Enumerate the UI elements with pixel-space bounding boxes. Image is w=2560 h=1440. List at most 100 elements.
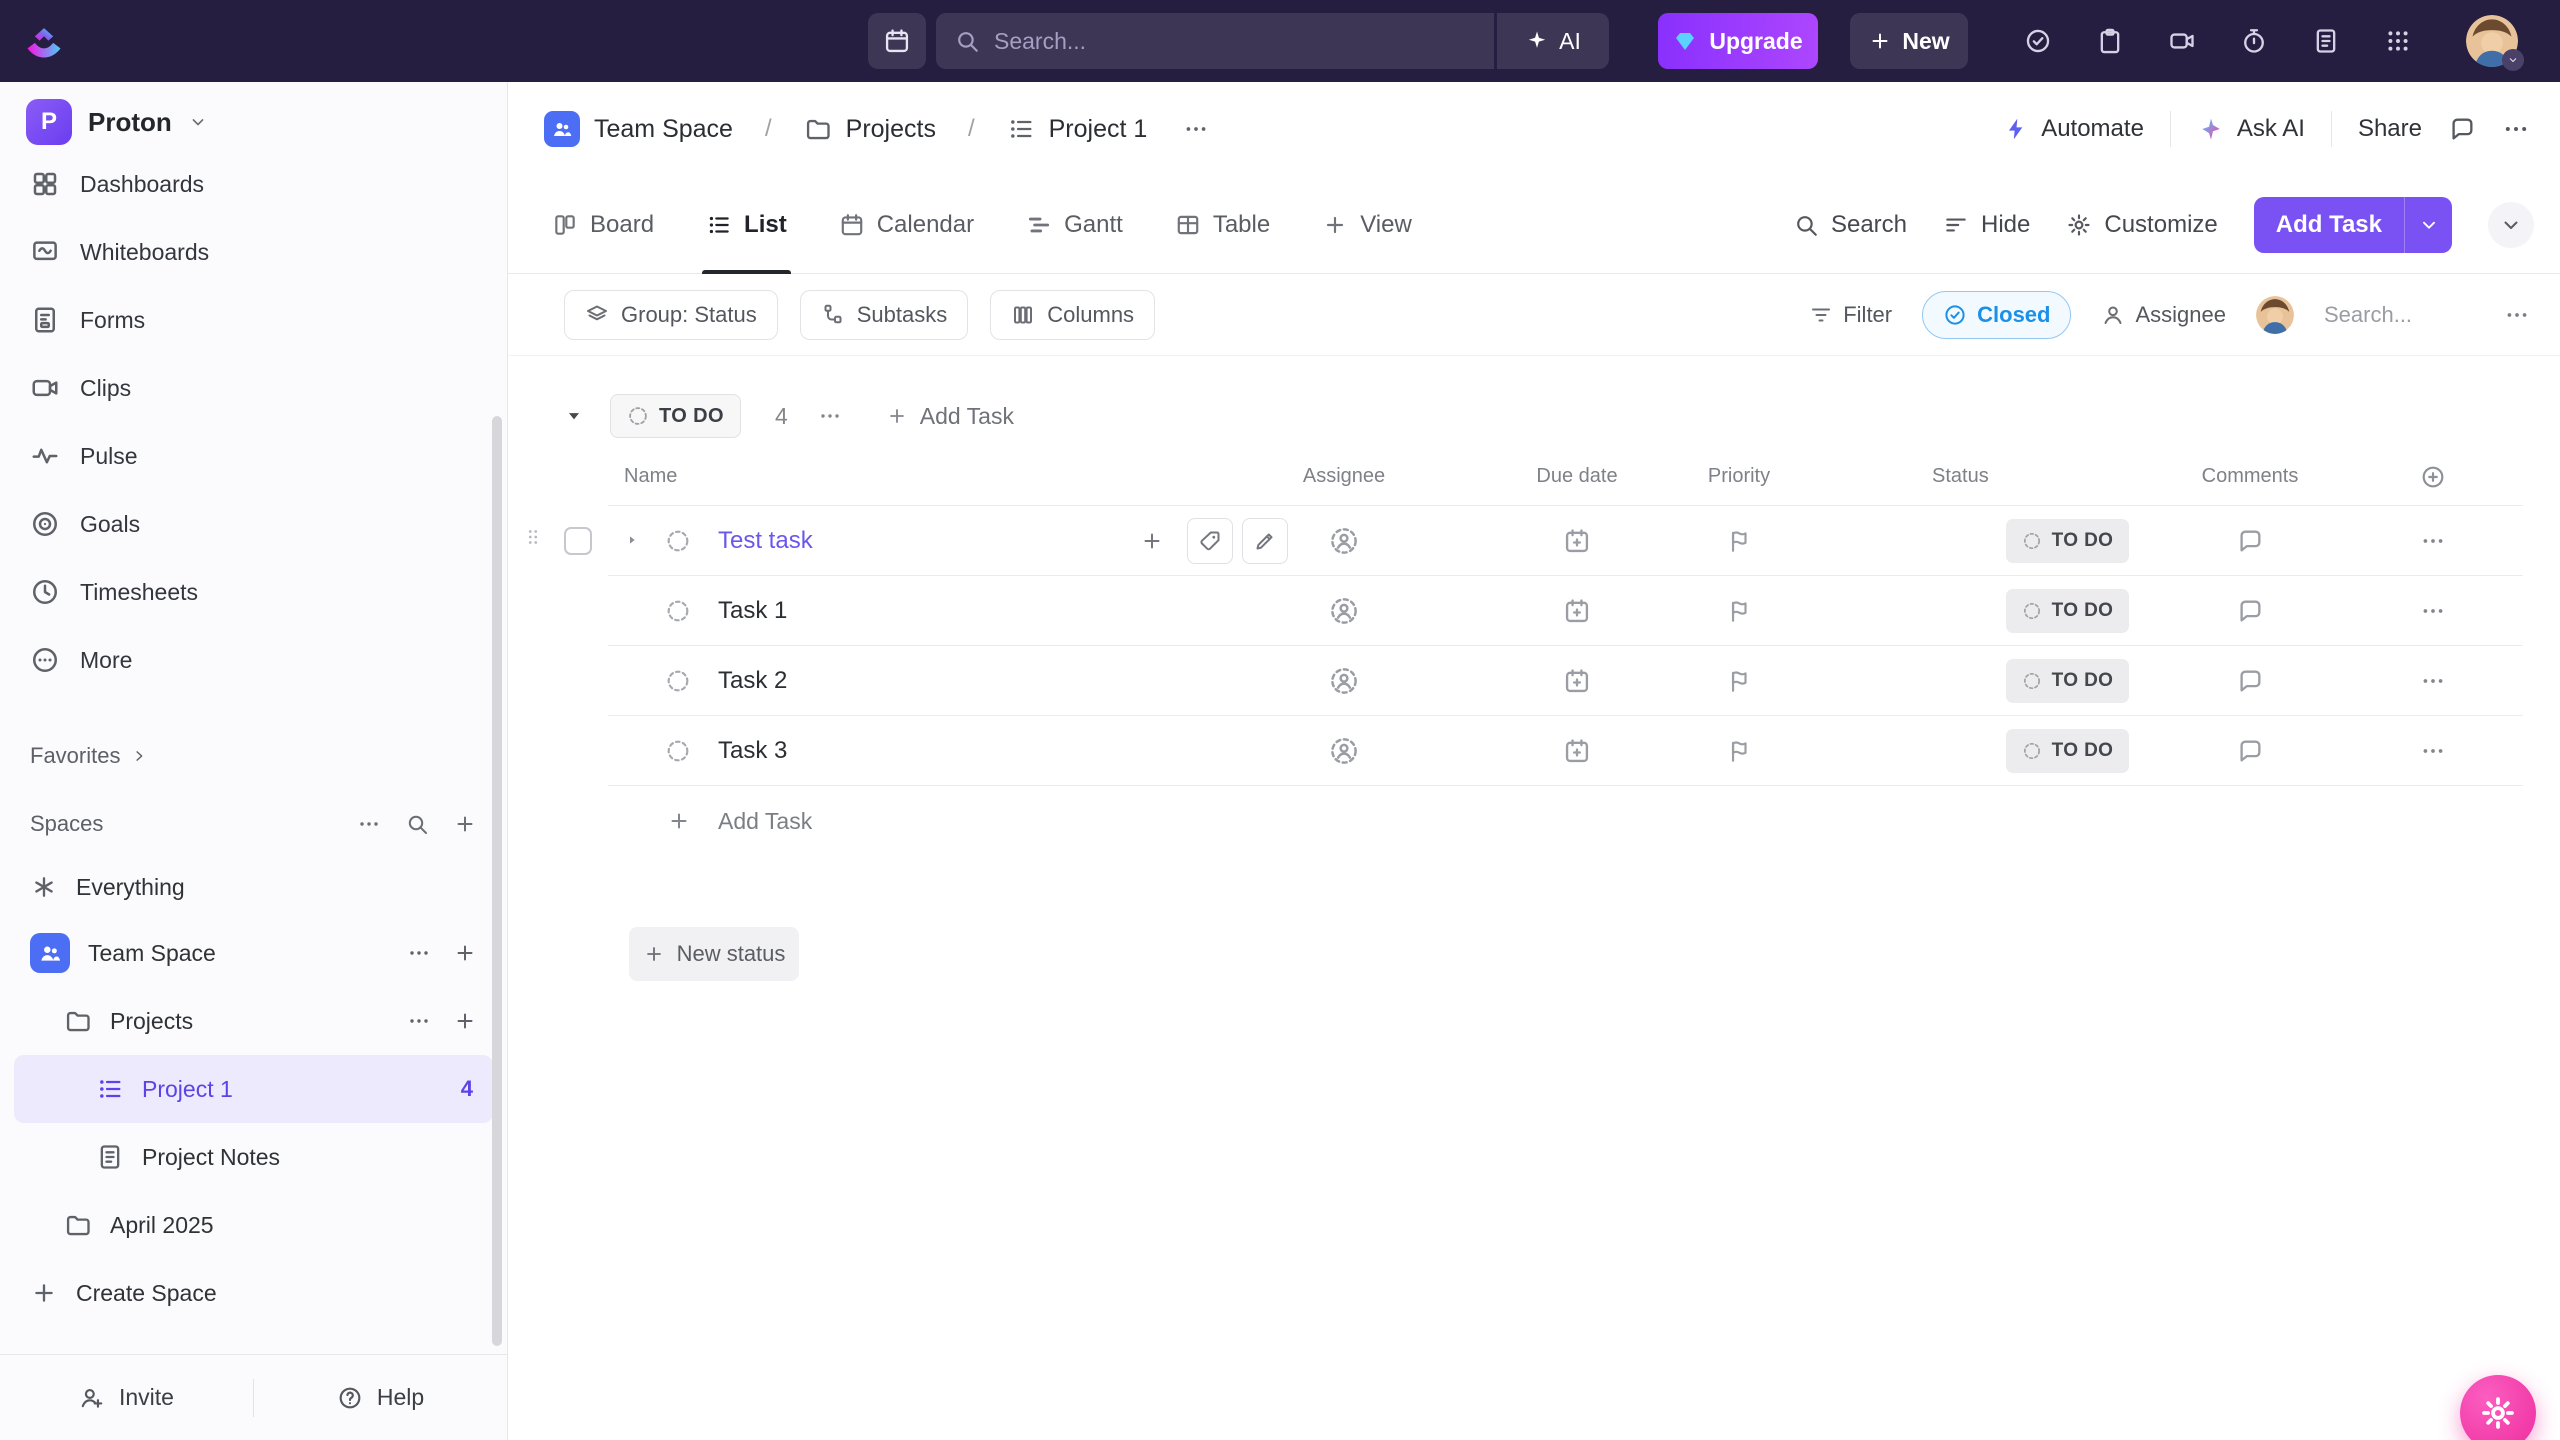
task-status-circle[interactable] bbox=[665, 668, 691, 694]
sidebar-item-april-2025[interactable]: April 2025 bbox=[0, 1191, 507, 1259]
tab-board[interactable]: Board bbox=[548, 176, 658, 273]
task-name[interactable]: Task 3 bbox=[718, 716, 787, 785]
ellipsis-icon[interactable] bbox=[407, 941, 431, 965]
group-more-button[interactable] bbox=[818, 404, 842, 428]
add-task-row[interactable]: Add Task bbox=[608, 786, 2523, 856]
drag-handle-icon[interactable] bbox=[522, 526, 544, 548]
global-search-input[interactable] bbox=[994, 28, 1476, 55]
tab-gantt[interactable]: Gantt bbox=[1022, 176, 1127, 273]
topbar-calendar-button[interactable] bbox=[868, 13, 926, 69]
timer-button[interactable] bbox=[2232, 19, 2276, 63]
sidebar-item-projects[interactable]: Projects bbox=[0, 987, 507, 1055]
row-more-button[interactable] bbox=[2393, 646, 2473, 715]
clip-record-button[interactable] bbox=[2160, 19, 2204, 63]
breadcrumb-team-space[interactable]: Team Space bbox=[594, 115, 733, 144]
new-status-button[interactable]: New status bbox=[629, 927, 799, 981]
automate-button[interactable]: Automate bbox=[2003, 115, 2144, 143]
quick-add-button[interactable] bbox=[1129, 518, 1175, 564]
subtasks-chip[interactable]: Subtasks bbox=[800, 290, 969, 340]
user-avatar[interactable] bbox=[2466, 15, 2518, 67]
spaces-add-button[interactable] bbox=[453, 812, 477, 836]
column-priority[interactable]: Priority bbox=[1639, 448, 1839, 505]
priority-cell[interactable] bbox=[1639, 716, 1839, 785]
column-assignee[interactable]: Assignee bbox=[1244, 448, 1444, 505]
breadcrumb-projects[interactable]: Projects bbox=[846, 115, 936, 144]
tag-button[interactable] bbox=[1187, 518, 1233, 564]
invite-button[interactable]: Invite bbox=[0, 1384, 253, 1411]
settings-fab[interactable] bbox=[2460, 1375, 2536, 1440]
status-group-badge[interactable]: TO DO bbox=[610, 394, 741, 438]
status-cell[interactable]: TO DO bbox=[1932, 576, 2182, 645]
collapse-header-button[interactable] bbox=[2488, 202, 2534, 248]
spaces-search-button[interactable] bbox=[405, 812, 429, 836]
sidebar-item-more[interactable]: More bbox=[0, 626, 507, 694]
sidebar-item-team-space[interactable]: Team Space bbox=[0, 919, 507, 987]
comments-cell[interactable] bbox=[2170, 646, 2330, 715]
task-status-circle[interactable] bbox=[665, 598, 691, 624]
docs-button[interactable] bbox=[2304, 19, 2348, 63]
team-space-avatar[interactable] bbox=[544, 111, 580, 147]
filter-button[interactable]: Filter bbox=[1809, 302, 1892, 328]
assignee-cell[interactable] bbox=[1244, 646, 1444, 715]
task-name[interactable]: Test task bbox=[718, 506, 813, 575]
task-checkbox[interactable] bbox=[564, 527, 592, 555]
workspace-switcher[interactable]: P Proton bbox=[0, 82, 507, 162]
closed-filter-toggle[interactable]: Closed bbox=[1922, 291, 2071, 339]
ai-button[interactable]: AI bbox=[1497, 13, 1609, 69]
apps-button[interactable] bbox=[2376, 19, 2420, 63]
comments-cell[interactable] bbox=[2170, 576, 2330, 645]
group-by-chip[interactable]: Group: Status bbox=[564, 290, 778, 340]
add-task-dropdown[interactable] bbox=[2404, 197, 2452, 253]
sidebar-item-whiteboards[interactable]: Whiteboards bbox=[0, 218, 507, 286]
create-space-button[interactable]: Create Space bbox=[0, 1259, 507, 1327]
customize-button[interactable]: Customize bbox=[2066, 211, 2217, 239]
priority-cell[interactable] bbox=[1639, 646, 1839, 715]
column-name[interactable]: Name bbox=[608, 465, 677, 488]
global-search[interactable] bbox=[936, 13, 1494, 69]
task-row[interactable]: Task 2 TO DO bbox=[608, 646, 2523, 716]
status-cell[interactable]: TO DO bbox=[1932, 506, 2182, 575]
filter-more-button[interactable] bbox=[2504, 302, 2530, 328]
new-button[interactable]: New bbox=[1850, 13, 1968, 69]
assignee-cell[interactable] bbox=[1244, 576, 1444, 645]
ellipsis-icon[interactable] bbox=[407, 1009, 431, 1033]
row-more-button[interactable] bbox=[2393, 716, 2473, 785]
sidebar-item-forms[interactable]: Forms bbox=[0, 286, 507, 354]
spaces-header[interactable]: Spaces bbox=[0, 802, 507, 846]
task-status-circle[interactable] bbox=[665, 738, 691, 764]
status-cell[interactable]: TO DO bbox=[1932, 716, 2182, 785]
sidebar-item-goals[interactable]: Goals bbox=[0, 490, 507, 558]
comments-cell[interactable] bbox=[2170, 716, 2330, 785]
tab-calendar[interactable]: Calendar bbox=[835, 176, 978, 273]
comments-button[interactable] bbox=[2448, 115, 2476, 143]
breadcrumb-more-button[interactable] bbox=[1183, 116, 1209, 142]
task-check-button[interactable] bbox=[2016, 19, 2060, 63]
header-more-button[interactable] bbox=[2502, 115, 2530, 143]
task-name[interactable]: Task 1 bbox=[718, 576, 787, 645]
column-comments[interactable]: Comments bbox=[2170, 448, 2330, 505]
plus-icon[interactable] bbox=[453, 1009, 477, 1033]
task-row[interactable]: Task 3 TO DO bbox=[608, 716, 2523, 786]
hide-button[interactable]: Hide bbox=[1943, 211, 2030, 239]
group-collapse-caret[interactable] bbox=[564, 406, 584, 426]
assignee-filter-button[interactable]: Assignee bbox=[2101, 302, 2226, 328]
tab-list[interactable]: List bbox=[702, 176, 791, 273]
add-view-button[interactable]: View bbox=[1318, 176, 1416, 273]
help-button[interactable]: Help bbox=[254, 1384, 507, 1411]
plus-icon[interactable] bbox=[453, 941, 477, 965]
row-more-button[interactable] bbox=[2393, 506, 2473, 575]
clickup-logo[interactable] bbox=[22, 19, 66, 63]
sidebar-item-project-1[interactable]: Project 1 4 bbox=[14, 1055, 493, 1123]
favorites-header[interactable]: Favorites bbox=[0, 736, 507, 776]
add-task-button[interactable]: Add Task bbox=[2254, 197, 2452, 253]
task-row[interactable]: Task 1 TO DO bbox=[608, 576, 2523, 646]
view-search-button[interactable]: Search bbox=[1793, 211, 1907, 239]
comments-cell[interactable] bbox=[2170, 506, 2330, 575]
sidebar-item-timesheets[interactable]: Timesheets bbox=[0, 558, 507, 626]
upgrade-button[interactable]: Upgrade bbox=[1658, 13, 1818, 69]
task-row[interactable]: Test task TO DO bbox=[608, 506, 2523, 576]
list-search[interactable] bbox=[2324, 302, 2474, 328]
notepad-button[interactable] bbox=[2088, 19, 2132, 63]
expand-caret-icon[interactable] bbox=[624, 532, 640, 548]
row-more-button[interactable] bbox=[2393, 576, 2473, 645]
